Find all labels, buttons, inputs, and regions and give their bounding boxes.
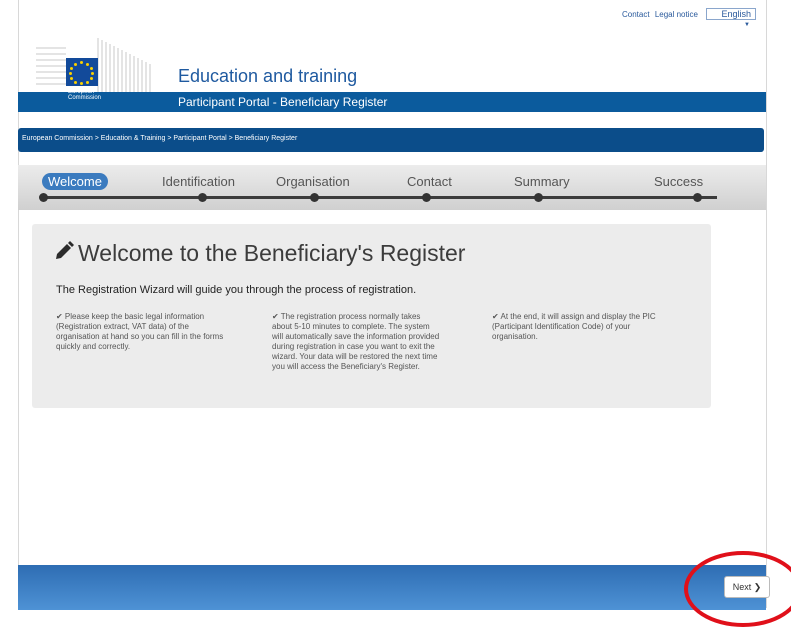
step-success: Success xyxy=(654,174,704,189)
legal-notice-link[interactable]: Legal notice xyxy=(655,10,698,19)
info-column-pic: ✔ At the end, it will assign and display… xyxy=(492,312,656,341)
portal-banner: Participant Portal - Beneficiary Registe… xyxy=(18,92,766,112)
contact-link[interactable]: Contact xyxy=(622,10,650,19)
portal-title: Participant Portal - Beneficiary Registe… xyxy=(178,95,388,109)
welcome-intro: The Registration Wizard will guide you t… xyxy=(56,284,417,296)
top-links: Contact Legal notice xyxy=(622,10,701,19)
step-identification: Identification xyxy=(162,174,235,189)
step-dot xyxy=(198,193,207,202)
breadcrumb: European Commission > Education & Traini… xyxy=(18,128,764,152)
step-dot xyxy=(693,193,702,202)
welcome-panel: Welcome to the Beneficiary's Register Th… xyxy=(32,224,711,408)
eu-flag-logo xyxy=(66,58,98,86)
step-dot xyxy=(534,193,543,202)
step-dot xyxy=(39,193,48,202)
breadcrumb-text[interactable]: European Commission > Education & Traini… xyxy=(22,135,297,142)
info-column-legal: ✔ Please keep the basic legal informatio… xyxy=(56,312,224,351)
site-title[interactable]: Education and training xyxy=(178,66,357,87)
wizard-steps: Welcome Identification Organisation Cont… xyxy=(18,165,766,210)
step-welcome[interactable]: Welcome xyxy=(42,173,108,190)
right-border xyxy=(766,0,767,608)
pencil-icon xyxy=(56,241,74,259)
step-summary: Summary xyxy=(514,174,570,189)
chevron-down-icon[interactable]: ▼ xyxy=(744,22,750,28)
step-contact: Contact xyxy=(407,174,452,189)
step-organisation: Organisation xyxy=(276,174,350,189)
info-column-duration: ✔ The registration process normally take… xyxy=(272,312,440,371)
step-dot xyxy=(422,193,431,202)
step-dot xyxy=(310,193,319,202)
logo-text: European Commission xyxy=(68,89,102,101)
progress-line xyxy=(43,196,717,199)
language-select[interactable]: English xyxy=(706,8,756,20)
welcome-title: Welcome to the Beneficiary's Register xyxy=(54,240,465,267)
footer-bar xyxy=(18,565,766,610)
highlight-circle xyxy=(684,551,791,627)
